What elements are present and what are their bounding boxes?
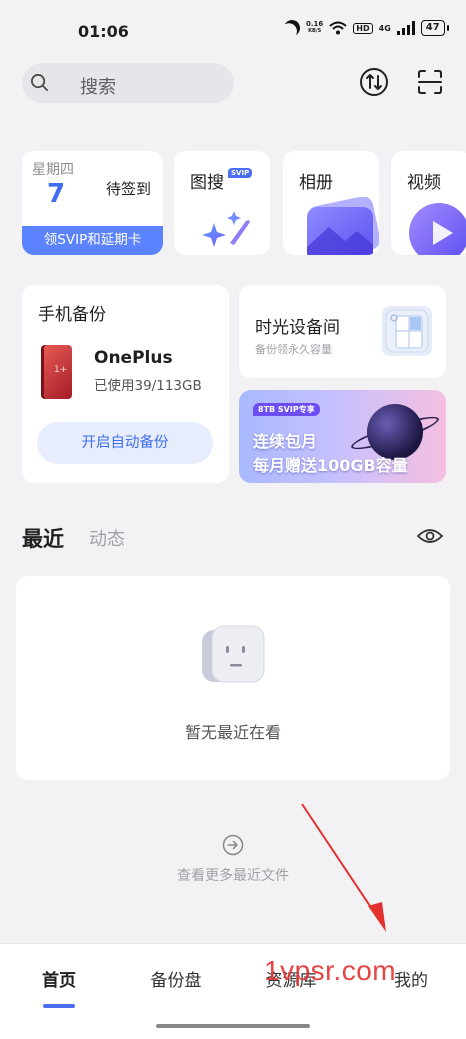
video-icon	[409, 203, 466, 255]
signin-card[interactable]: 星期四 7 待签到 领SVIP和延期卡	[22, 151, 163, 255]
signal-icon	[396, 21, 415, 35]
tile-label: 相册	[299, 173, 333, 193]
nav-active-indicator	[43, 1004, 75, 1008]
promo-line1: 连续包月	[253, 432, 318, 451]
device-name: OnePlus	[94, 348, 173, 368]
status-time: 01:06	[78, 22, 129, 41]
status-bar: 01:06 0.16 KB/S HD 4G 47	[0, 0, 466, 62]
tile-album[interactable]: 相册	[283, 151, 379, 255]
promo-line2: 每月赠送100GB容量	[253, 456, 408, 475]
watermark: 1vpsr.com	[264, 955, 397, 986]
network-type: 4G	[378, 23, 391, 33]
gesture-home-bar[interactable]	[156, 1024, 310, 1028]
time-device-card[interactable]: 时光设备间 备份领永久容量	[239, 285, 446, 378]
tab-recent[interactable]: 最近	[22, 523, 64, 553]
weekday-label: 星期四	[32, 162, 74, 178]
tile-label: 图搜	[190, 173, 224, 193]
nav-backup-disk[interactable]: 备份盘	[136, 966, 216, 991]
arrow-right-circle-icon[interactable]	[222, 834, 244, 856]
tab-activity[interactable]: 动态	[89, 525, 125, 551]
net-speed: 0.16 KB/S	[306, 21, 323, 35]
eye-icon[interactable]	[417, 526, 443, 546]
phone-backup-card[interactable]: 手机备份 1+ OnePlus 已使用39/113GB 开启自动备份	[22, 285, 229, 483]
tile-image-search[interactable]: 图搜 SVIP	[174, 151, 270, 255]
nav-home[interactable]: 首页	[19, 966, 99, 991]
net-speed-value: 0.16	[306, 20, 324, 28]
tile-label: 视频	[407, 173, 441, 193]
net-speed-unit: KB/S	[308, 28, 322, 34]
time-device-title: 时光设备间	[255, 318, 340, 338]
status-icons: 0.16 KB/S HD 4G 47	[282, 18, 449, 39]
battery-indicator: 47	[420, 20, 449, 36]
do-not-disturb-icon	[282, 18, 303, 39]
time-device-subtitle: 备份领永久容量	[255, 343, 332, 356]
backup-title: 手机备份	[38, 305, 106, 325]
sparkle-icon	[202, 211, 250, 247]
svip-claim-button[interactable]: 领SVIP和延期卡	[22, 226, 163, 255]
phone-logo: 1+	[54, 365, 68, 375]
empty-state-text: 暂无最近在看	[184, 723, 281, 742]
red-arrow-annotation	[301, 803, 386, 932]
tile-video[interactable]: 视频	[391, 151, 466, 255]
promo-badge: 8TB SVIP专享	[253, 403, 320, 416]
album-icon	[307, 197, 379, 255]
day-number: 7	[47, 179, 66, 209]
search-placeholder[interactable]: 搜索	[80, 73, 116, 99]
recent-empty-card: 暂无最近在看	[16, 576, 450, 780]
svip-promo-banner[interactable]: 8TB SVIP专享 连续包月 每月赠送100GB容量	[239, 390, 446, 483]
device-window-icon	[382, 306, 432, 356]
wifi-icon	[329, 21, 347, 35]
auto-backup-button[interactable]: 开启自动备份	[37, 422, 213, 464]
search-bar[interactable]	[22, 63, 234, 103]
transfer-icon[interactable]	[359, 67, 389, 97]
empty-state-icon	[202, 625, 265, 683]
storage-usage: 已使用39/113GB	[94, 378, 202, 394]
hd-badge: HD	[353, 22, 373, 34]
signin-status: 待签到	[106, 180, 152, 198]
scan-icon[interactable]	[417, 69, 443, 95]
svip-badge: SVIP	[228, 168, 253, 178]
search-icon[interactable]	[30, 73, 49, 92]
